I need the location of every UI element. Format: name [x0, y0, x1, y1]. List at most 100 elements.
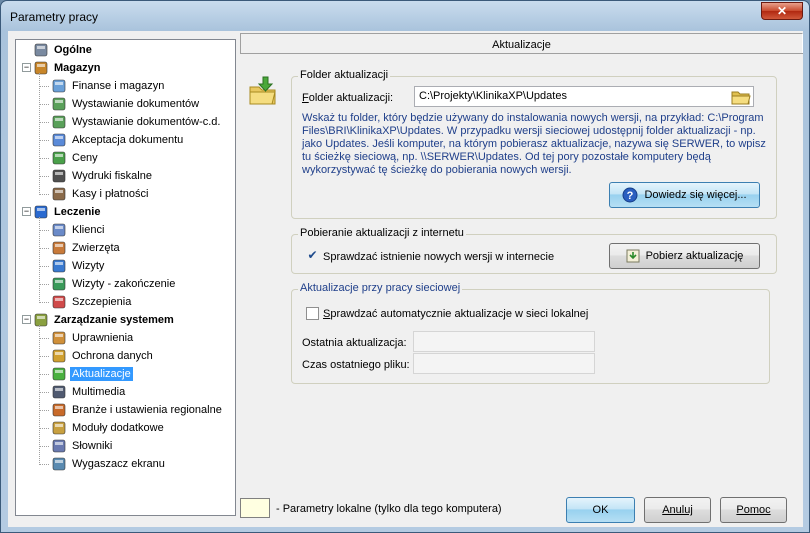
tree-connector [39, 217, 40, 303]
tree-item[interactable]: Szczepienia [51, 293, 133, 311]
visit-end-icon [51, 276, 67, 292]
tree-item[interactable]: Multimedia [51, 383, 127, 401]
document-check-icon [51, 132, 67, 148]
tree-label: Moduły dodatkowe [72, 422, 164, 434]
tree-group[interactable]: Ogólne [33, 41, 94, 59]
document-edit-icon [51, 96, 67, 112]
learn-more-label: Dowiedz się więcej... [644, 189, 747, 201]
folder-update-icon [249, 76, 276, 105]
tree-item[interactable]: Ceny [51, 149, 100, 167]
tree-connector [39, 302, 49, 303]
settings-window: Parametry pracy ✕ Ogólne − Magazyn Finanse … [0, 0, 810, 533]
tree-expander[interactable]: − [22, 207, 31, 216]
folder-path-value: C:\Projekty\KlinikaXP\Updates [419, 90, 567, 102]
tree-item[interactable]: Finanse i magazyn [51, 77, 166, 95]
browse-folder-icon[interactable] [731, 89, 751, 105]
download-update-button[interactable]: Pobierz aktualizację [609, 243, 760, 269]
tree-label: Leczenie [54, 206, 101, 218]
folder-info-line: tu ścieżkę sieciową, np. \\SERWER\Update… [302, 151, 711, 163]
tree-item[interactable]: Kasy i płatności [51, 185, 150, 203]
folder-field-label: Folder aktualizacji: [302, 92, 393, 104]
tree-item[interactable]: Wizyty [51, 257, 106, 275]
tree-item[interactable]: Wydruki fiskalne [51, 167, 154, 185]
internet-check-checkbox[interactable]: ✔ [306, 249, 319, 263]
tree-connector [39, 248, 49, 249]
title-bar[interactable]: Parametry pracy ✕ [1, 1, 809, 31]
folder-path-input[interactable]: C:\Projekty\KlinikaXP\Updates [414, 86, 754, 107]
tree-item[interactable]: Branże i ustawienia regionalne [51, 401, 224, 419]
tree-label: Akceptacja dokumentu [72, 134, 184, 146]
help-button[interactable]: Pomoc [720, 497, 787, 523]
medical-book-icon [33, 204, 49, 220]
tree-expander[interactable]: − [22, 63, 31, 72]
folder-info-line: Files\BRI\KlinikaXP\Updates. W przypadku… [302, 125, 756, 137]
tree-connector [39, 446, 49, 447]
tree-item[interactable]: Wystawianie dokumentów-c.d. [51, 113, 222, 131]
money-icon [51, 150, 67, 166]
help-icon: ? [622, 187, 638, 203]
tree-label: Szczepienia [72, 296, 132, 308]
folder-group-title: Folder aktualizacji [298, 69, 391, 81]
tree-label: Wydruki fiskalne [72, 170, 152, 182]
fiscal-printer-icon [51, 168, 67, 184]
tree-group[interactable]: Zarządzanie systemem [33, 311, 176, 329]
multimedia-icon [51, 384, 67, 400]
folder-info-line: wykorzystywać tę ścieżkę do pobierania n… [302, 164, 572, 176]
cancel-button[interactable]: Anuluj [644, 497, 711, 523]
tree-label: Słowniki [72, 440, 113, 452]
client-list-icon [51, 222, 67, 238]
animal-icon [51, 240, 67, 256]
tree-connector [39, 230, 49, 231]
tree-label: Ceny [72, 152, 98, 164]
local-param-swatch [240, 498, 270, 518]
tree-item[interactable]: Zwierzęta [51, 239, 122, 257]
dictionary-icon [51, 438, 67, 454]
tree-label: Finanse i magazyn [72, 80, 165, 92]
screensaver-icon [51, 456, 67, 472]
tree-item[interactable]: Wystawianie dokumentów [51, 95, 201, 113]
tree-label: Wizyty - zakończenie [72, 278, 176, 290]
settings-tree[interactable]: Ogólne − Magazyn Finanse i magazyn Wystawian… [15, 39, 236, 516]
tree-connector [39, 374, 49, 375]
folder-info-line: jako Updates. Jeśli komputer, na którym … [302, 138, 766, 150]
tree-item[interactable]: Moduły dodatkowe [51, 419, 166, 437]
learn-more-button[interactable]: ? Dowiedz się więcej... [609, 182, 760, 208]
close-button[interactable]: ✕ [761, 2, 803, 20]
tree-label: Wizyty [72, 260, 105, 272]
tree-item[interactable]: Klienci [51, 221, 106, 239]
tree-label: Uprawnienia [72, 332, 134, 344]
tree-item[interactable]: Wygaszacz ekranu [51, 455, 167, 473]
modules-icon [51, 420, 67, 436]
last-file-field[interactable] [413, 353, 595, 374]
computer-icon [33, 42, 49, 58]
tree-item[interactable]: Ochrona danych [51, 347, 155, 365]
tree-item[interactable]: Akceptacja dokumentu [51, 131, 185, 149]
tree-label: Ochrona danych [72, 350, 153, 362]
tree-connector [39, 284, 49, 285]
tree-item[interactable]: Wizyty - zakończenie [51, 275, 177, 293]
tree-group[interactable]: Leczenie [33, 203, 102, 221]
ok-button[interactable]: OK [566, 497, 635, 523]
folder-info-line: Wskaż tu folder, który będzie używany do… [302, 112, 764, 124]
panel-header: Aktualizacje [240, 33, 803, 53]
syringe-icon [51, 294, 67, 310]
help-label: Pomoc [736, 504, 771, 516]
regional-settings-icon [51, 402, 67, 418]
folder-label-accel: F [302, 92, 309, 104]
local-param-legend: - Parametry lokalne (tylko dla tego komp… [276, 503, 502, 515]
tree-item[interactable]: Uprawnienia [51, 329, 135, 347]
tree-group[interactable]: Magazyn [33, 59, 102, 77]
tree-item[interactable]: Aktualizacje [51, 365, 133, 383]
tree-connector [39, 194, 49, 195]
network-check-checkbox[interactable] [306, 307, 319, 320]
warehouse-worker-icon [33, 60, 49, 76]
internet-group-title: Pobieranie aktualizacji z internetu [298, 227, 466, 239]
last-file-label: Czas ostatniego pliku: [302, 359, 410, 371]
tree-connector [39, 356, 49, 357]
tree-connector [39, 176, 49, 177]
tree-item[interactable]: Słowniki [51, 437, 114, 455]
tree-expander[interactable]: − [22, 315, 31, 324]
users-permissions-icon [51, 330, 67, 346]
last-update-field[interactable] [413, 331, 595, 352]
tree-connector [39, 122, 49, 123]
